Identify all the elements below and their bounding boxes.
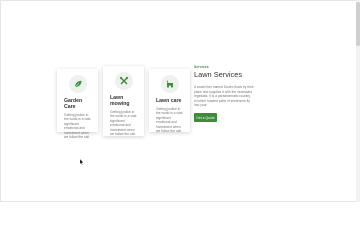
card-title: Lawn mowing xyxy=(110,95,130,107)
section-eyebrow: Services xyxy=(194,65,209,69)
leaf-icon-badge xyxy=(68,75,87,93)
service-card-lawn-care[interactable]: Lawn care Getting justice in the world i… xyxy=(149,69,190,134)
card-text: Getting justice in the world is a vast s… xyxy=(64,112,91,140)
section-title: Lawn Services xyxy=(194,70,243,79)
card-text: Getting justice in the world is a vast s… xyxy=(110,109,137,137)
leaf-icon xyxy=(74,80,81,88)
service-card-lawn-mowing[interactable]: Lawn mowing Getting justice in the world… xyxy=(103,66,144,136)
page-scrollbar[interactable] xyxy=(356,0,360,202)
lawnmower-icon xyxy=(166,80,173,88)
services-section: Services Lawn Services A small river nam… xyxy=(194,65,254,108)
service-card-garden-care[interactable]: Garden Care Getting justice in the world… xyxy=(57,69,98,139)
scrollbar-thumb[interactable] xyxy=(356,2,360,46)
card-title: Lawn care xyxy=(156,98,182,104)
section-description: A small river named Duden flows by their… xyxy=(194,85,254,108)
mouse-cursor-icon xyxy=(80,159,84,165)
tools-icon xyxy=(119,76,128,85)
lawnmower-icon-badge xyxy=(160,75,179,93)
tools-icon-badge xyxy=(114,72,133,90)
card-text: Getting justice in the world is a vast s… xyxy=(156,106,183,134)
card-title: Garden Care xyxy=(64,98,83,110)
get-quote-button[interactable]: Get a Quote xyxy=(194,113,217,122)
